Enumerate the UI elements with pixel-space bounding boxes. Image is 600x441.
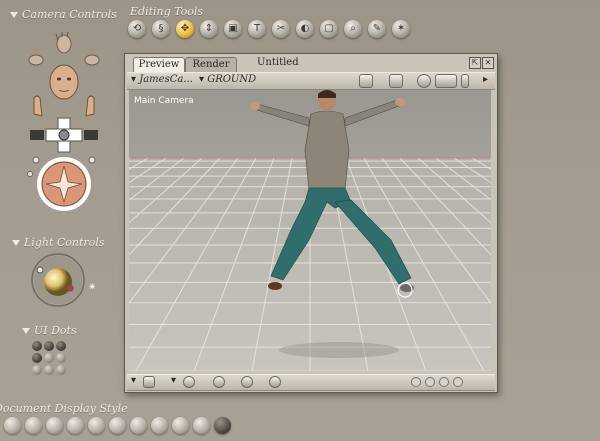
fast-render-icon[interactable] — [417, 74, 431, 88]
foreground-menu-arrow[interactable]: ▾ — [171, 375, 176, 386]
display-style-hidden-line[interactable] — [67, 417, 84, 434]
twist-icon[interactable]: § — [152, 20, 170, 38]
scale-icon[interactable]: ▣ — [224, 20, 242, 38]
paint-brush-icon[interactable] — [269, 376, 281, 388]
side-hand-right-icon[interactable] — [84, 54, 100, 66]
display-style-outline[interactable] — [25, 417, 42, 434]
display-style-smooth-shaded[interactable] — [193, 417, 210, 434]
figure-shadow — [279, 342, 399, 358]
direct-manipulation-icon[interactable]: ✶ — [392, 20, 410, 38]
menu-arrow-icon[interactable]: ▸ — [483, 74, 488, 85]
shadow-color-icon[interactable] — [183, 376, 195, 388]
display-style-lit-wireframe[interactable] — [88, 417, 105, 434]
document-window: Preview Render Untitled ⇱ ✕ ▾ JamesCa...… — [124, 53, 498, 393]
tab-render[interactable]: Render — [185, 57, 237, 72]
chain-break-icon[interactable]: ✂ — [272, 20, 290, 38]
right-hand-camera-icon[interactable] — [85, 95, 95, 117]
display-style-texture-shaded[interactable] — [214, 417, 231, 434]
display-menu-arrow[interactable]: ▾ — [131, 375, 136, 386]
ui-dot[interactable] — [56, 341, 66, 351]
collapse-triangle-icon[interactable] — [12, 240, 20, 246]
ui-dot[interactable] — [44, 341, 54, 351]
morphing-tool-icon[interactable]: ✎ — [368, 20, 386, 38]
ui-dot[interactable] — [56, 365, 66, 375]
light-handle-icon[interactable] — [36, 266, 44, 274]
camera-controls-widget[interactable] — [20, 32, 108, 212]
collapse-triangle-icon[interactable] — [22, 328, 30, 334]
camera-trackball-icon[interactable] — [27, 156, 96, 211]
translate-in-out-icon[interactable]: ⇕ — [200, 20, 218, 38]
pip-icon[interactable] — [425, 377, 435, 387]
move-camera-icon[interactable] — [435, 74, 457, 88]
tab-preview[interactable]: Preview — [133, 57, 185, 72]
light-controls-widget[interactable]: ✷ — [28, 252, 100, 310]
light-globe-icon[interactable] — [44, 268, 72, 296]
ui-dot[interactable] — [44, 365, 54, 375]
face-camera-head-icon[interactable] — [49, 64, 79, 100]
window-close-icon[interactable]: ✕ — [482, 57, 494, 69]
rotate-icon[interactable]: ⟲ — [128, 20, 146, 38]
display-style-flat-lined[interactable] — [130, 417, 147, 434]
editing-tools-label: Editing Tools — [130, 5, 204, 18]
light-controls-label: Light Controls — [12, 236, 104, 249]
pip-icon[interactable] — [439, 377, 449, 387]
ui-dot[interactable] — [32, 365, 42, 375]
ui-dot[interactable] — [56, 353, 66, 363]
light-handle-icon[interactable] — [66, 284, 74, 292]
render-dimensions-icon[interactable] — [359, 74, 373, 88]
display-style-flat-shaded[interactable] — [109, 417, 126, 434]
figure-menu[interactable]: ▾ JamesCa... — [131, 74, 193, 85]
ui-dots-label: UI Dots — [22, 324, 77, 337]
camera-view-icon[interactable] — [389, 74, 403, 88]
actor-menu[interactable]: ▾ GROUND — [199, 74, 256, 85]
ground-color-icon[interactable] — [213, 376, 225, 388]
left-hand-camera-icon[interactable] — [33, 95, 43, 117]
translate-icon[interactable]: ✥ — [176, 20, 194, 38]
document-display-style-label: Document Display Style — [0, 402, 128, 415]
scene-canvas — [129, 90, 491, 371]
display-style-silhouette[interactable] — [4, 417, 21, 434]
pip-icon[interactable] — [411, 377, 421, 387]
ui-dot[interactable] — [44, 353, 54, 363]
document-title: Untitled — [257, 57, 299, 68]
display-style-cartoon-line[interactable] — [172, 417, 189, 434]
taper-icon[interactable]: T — [248, 20, 266, 38]
camera-label: Main Camera — [134, 96, 194, 106]
view-magnifier-icon[interactable]: ⌕ — [344, 20, 362, 38]
document-top-bar: ▾ JamesCa... ▾ GROUND ▸ — [127, 72, 495, 90]
color-icon[interactable]: ◐ — [296, 20, 314, 38]
background-color-icon[interactable] — [143, 376, 155, 388]
move-xz-hand-icon[interactable] — [55, 32, 72, 54]
collapse-triangle-icon[interactable] — [10, 12, 18, 18]
display-style-wireframe[interactable] — [46, 417, 63, 434]
ui-dot[interactable] — [32, 341, 42, 351]
display-style-cartoon[interactable] — [151, 417, 168, 434]
ui-dots-grid — [32, 341, 72, 377]
add-light-icon[interactable]: ✷ — [88, 282, 96, 293]
camera-plane-cross-icon[interactable] — [30, 117, 98, 153]
preview-viewport[interactable]: Main Camera — [129, 90, 491, 371]
background-image-icon[interactable] — [241, 376, 253, 388]
grouping-icon[interactable]: ▢ — [320, 20, 338, 38]
side-hand-left-icon[interactable] — [28, 54, 44, 66]
ui-dot[interactable] — [32, 353, 42, 363]
zoom-slider-icon[interactable] — [461, 74, 469, 88]
document-bottom-bar: ▾ ▾ — [127, 374, 495, 391]
window-resize-icon[interactable]: ⇱ — [469, 57, 481, 69]
camera-controls-label: Camera Controls — [10, 8, 117, 21]
pip-icon[interactable] — [453, 377, 463, 387]
